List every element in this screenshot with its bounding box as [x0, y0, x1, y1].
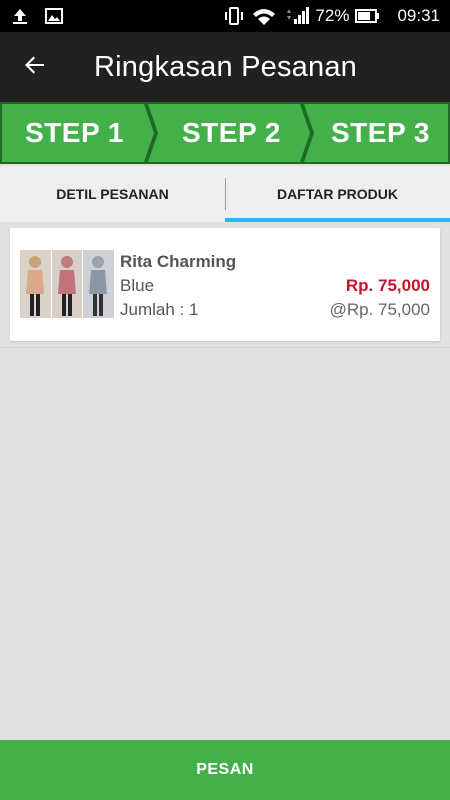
- product-photo-2: [51, 250, 83, 318]
- tab-daftar-produk[interactable]: DAFTAR PRODUK: [225, 166, 450, 222]
- step-1-label: STEP 1: [25, 117, 124, 148]
- list-divider: [0, 347, 450, 348]
- product-total-price: Rp. 75,000: [345, 276, 430, 295]
- product-name: Rita Charming: [120, 252, 237, 271]
- product-unit-price: @Rp. 75,000: [329, 300, 430, 319]
- clock: 09:31: [397, 6, 440, 25]
- upload-icon: [10, 6, 30, 26]
- tab-divider: [225, 178, 226, 210]
- app-bar: Ringkasan Pesanan: [0, 32, 450, 102]
- page-title: Ringkasan Pesanan: [94, 50, 357, 83]
- tab-detil-pesanan[interactable]: DETIL PESANAN: [0, 166, 225, 222]
- battery-icon: [355, 6, 381, 26]
- step-3-label: STEP 3: [331, 117, 430, 148]
- back-button[interactable]: [0, 32, 70, 102]
- image-icon: [44, 6, 64, 26]
- product-card[interactable]: Rita Charming Blue Jumlah : 1 Rp. 75,000…: [10, 228, 440, 341]
- product-photo-3: [83, 250, 115, 318]
- order-button[interactable]: PESAN: [0, 740, 450, 800]
- battery-percent: 72%: [315, 6, 350, 25]
- product-variant: Blue: [120, 276, 155, 295]
- product-photo-1: [20, 250, 51, 318]
- product-quantity: Jumlah : 1: [120, 300, 199, 319]
- wifi-icon: [251, 6, 277, 26]
- signal-icon: [283, 6, 310, 26]
- arrow-left-icon: [22, 52, 48, 83]
- product-thumbnail: [20, 250, 115, 318]
- status-bar: 72% 09:31: [0, 0, 450, 32]
- step-2-label: STEP 2: [182, 117, 281, 148]
- vibrate-icon: [223, 6, 245, 26]
